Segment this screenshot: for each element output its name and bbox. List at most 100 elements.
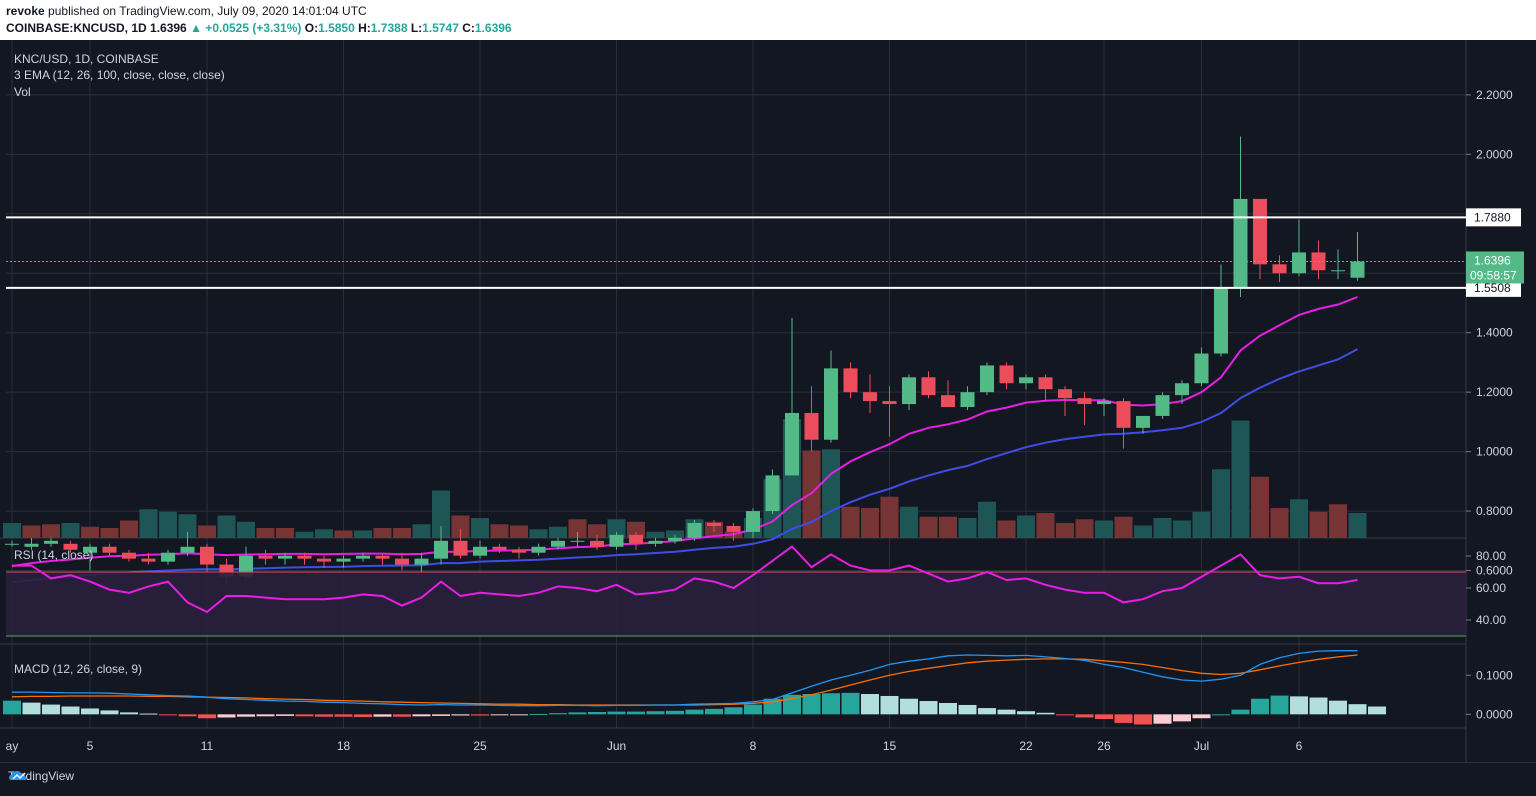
macd-histogram-bar xyxy=(549,713,567,715)
candle-body xyxy=(1077,398,1092,405)
macd-histogram-bar xyxy=(1290,696,1308,715)
axis-tick-label: 0.8000 xyxy=(1476,504,1513,518)
volume-bar xyxy=(919,516,938,538)
candle-body xyxy=(1136,415,1150,428)
macd-histogram-bar xyxy=(1095,714,1113,720)
volume-bar xyxy=(646,531,665,538)
candle-body xyxy=(1194,353,1209,384)
volume-bar xyxy=(1309,511,1328,538)
candle-body xyxy=(1292,252,1306,274)
candle-body xyxy=(980,365,994,393)
axis-tick-label: 2.0000 xyxy=(1476,147,1513,161)
time-axis-label: 11 xyxy=(201,739,214,753)
macd-histogram-bar xyxy=(393,714,411,717)
volume-bar xyxy=(22,525,41,538)
time-axis-label: 18 xyxy=(337,739,351,753)
price-axis[interactable]: 2.20002.00001.80001.60001.40001.20001.00… xyxy=(1466,88,1524,721)
candle-body xyxy=(1331,270,1345,272)
macd-histogram-bar xyxy=(42,704,60,715)
time-axis[interactable]: ay 5 11 18 25 Jun 8 15 22 26 Jul 6 xyxy=(6,739,1303,753)
macd-histogram-bar xyxy=(802,694,821,715)
candle-body xyxy=(1058,389,1072,399)
macd-histogram-bar xyxy=(159,714,177,716)
candle-body xyxy=(24,543,39,547)
candle-body xyxy=(434,540,448,559)
last-price-label: 1.6396 xyxy=(1474,253,1511,267)
close-label: C: xyxy=(462,21,475,35)
axis-tick-label: 1.2000 xyxy=(1476,385,1513,399)
macd-histogram-bar xyxy=(237,714,255,717)
volume-bar xyxy=(822,449,840,538)
candle-body xyxy=(824,368,838,440)
tradingview-cloud-icon xyxy=(9,771,26,780)
candle-body xyxy=(531,546,546,553)
macd-histogram-bar xyxy=(588,711,606,715)
volume-bar xyxy=(120,520,138,538)
rsi-pane xyxy=(6,545,1466,637)
candle-body xyxy=(999,365,1014,384)
macd-histogram-bar xyxy=(529,713,548,715)
volume-bar xyxy=(997,520,1016,538)
time-axis-label: Jun xyxy=(607,739,626,753)
macd-line xyxy=(12,650,1358,707)
axis-tick-label: 0.6000 xyxy=(1476,564,1513,578)
candle-body xyxy=(960,392,975,408)
volume-bar xyxy=(861,508,879,538)
time-axis-label: 6 xyxy=(1296,739,1303,753)
candle-body xyxy=(1155,395,1170,416)
symbol-label: COINBASE:KNCUSD, 1D xyxy=(6,21,147,35)
hline-price-label: 1.7880 xyxy=(1474,210,1511,224)
candle-body xyxy=(668,537,682,541)
macd-histogram-bar xyxy=(1056,714,1074,716)
high-value: 1.7388 xyxy=(370,21,408,35)
bar-countdown: 09:58:57 xyxy=(1470,268,1517,282)
volume-bar xyxy=(61,523,80,538)
chart-area[interactable]: 2.20002.00001.80001.60001.40001.20001.00… xyxy=(0,40,1536,762)
candle-body xyxy=(882,401,897,405)
volume-bar xyxy=(841,506,860,538)
macd-histogram-bar xyxy=(1309,697,1328,715)
macd-histogram-bar xyxy=(1134,714,1152,725)
candle-body xyxy=(590,540,604,547)
volume-bar xyxy=(1192,511,1211,538)
macd-histogram-bar xyxy=(1173,714,1191,722)
macd-histogram-bar xyxy=(900,698,918,715)
macd-histogram-bar xyxy=(315,714,333,717)
low-label: L: xyxy=(410,21,423,35)
macd-histogram-bar xyxy=(61,706,80,715)
candle-body xyxy=(122,552,136,559)
volume-bar xyxy=(510,525,528,538)
volume-bar xyxy=(276,528,294,538)
candle-body xyxy=(473,546,487,556)
volume-bar xyxy=(529,529,548,538)
volume-bar xyxy=(1329,504,1347,538)
axis-tick-label: 0.1000 xyxy=(1476,668,1513,682)
macd-histogram-bar xyxy=(22,702,41,715)
price-chart-svg[interactable]: 2.20002.00001.80001.60001.40001.20001.00… xyxy=(0,40,1536,762)
legend-volume: Vol xyxy=(14,85,31,99)
volume-bar xyxy=(100,528,119,538)
macd-histogram-bar xyxy=(412,714,431,717)
volume-bar xyxy=(958,518,977,538)
candle-body xyxy=(570,540,585,542)
publisher-name[interactable]: revoke xyxy=(6,4,45,18)
tradingview-logo[interactable]: TradingView xyxy=(8,769,74,783)
volume-bar xyxy=(354,530,372,538)
candle-body xyxy=(180,546,195,553)
candle-body xyxy=(785,412,799,476)
volume-bar xyxy=(237,521,255,538)
ohlc-bar: COINBASE:KNCUSD, 1D 1.6396 ▲ +0.0525 (+3… xyxy=(6,21,512,35)
volume-bar xyxy=(900,506,918,538)
volume-bar xyxy=(978,501,996,538)
candle-body xyxy=(453,540,468,556)
volume-bar xyxy=(880,496,899,538)
volume-bar xyxy=(373,528,392,538)
axis-tick-label: 0.0000 xyxy=(1476,707,1513,721)
volume-bar xyxy=(1270,508,1289,538)
candle-body xyxy=(44,540,58,544)
candle-body xyxy=(278,555,292,559)
candle-body xyxy=(161,552,175,562)
time-axis-label: Jul xyxy=(1194,739,1209,753)
candle-body xyxy=(102,546,117,553)
macd-histogram-bar xyxy=(295,714,314,717)
